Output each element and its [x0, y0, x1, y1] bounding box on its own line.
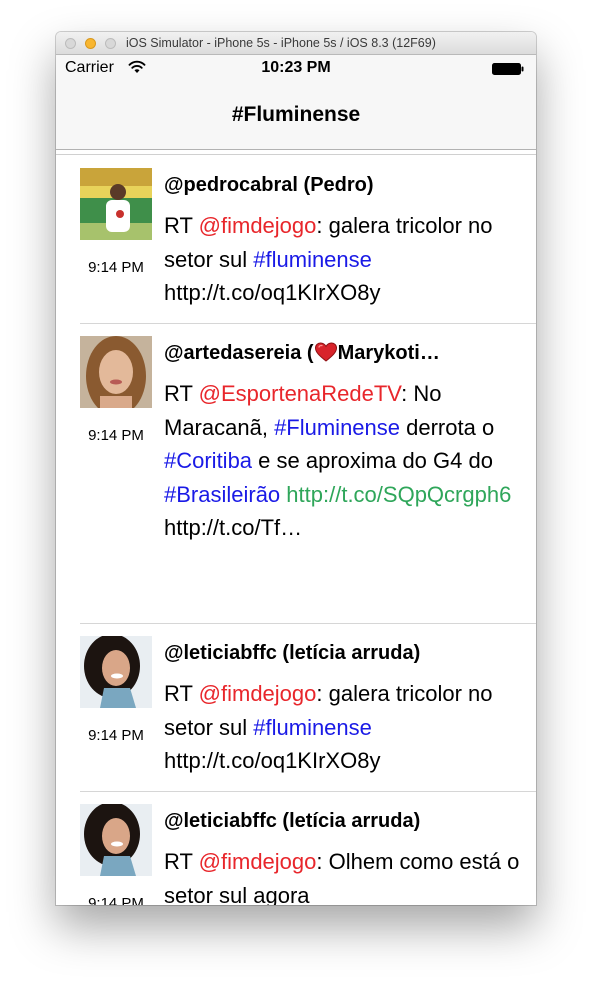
tweet-text-segment: RT: [164, 681, 199, 706]
nav-title: #Fluminense: [231, 103, 361, 126]
tweet-cell[interactable]: 9:14 PM @artedasereia ( Marykoti… RT @Es…: [56, 323, 536, 623]
avatar[interactable]: [80, 636, 152, 708]
tweet-text: RT @EsportenaRedeTV: No Maracanã, #Flumi…: [164, 377, 522, 545]
battery-icon: [492, 63, 524, 75]
navigation-bar: #Fluminense: [56, 81, 536, 150]
tweet-feed[interactable]: 9:14 PM @pedrocabral (Pedro) RT @fimdejo…: [56, 154, 536, 905]
hashtag-link[interactable]: #fluminense: [253, 715, 372, 740]
status-time: 10:23 PM: [261, 59, 331, 76]
status-bar: Carrier 10:23 PM: [56, 55, 536, 81]
tweet-username[interactable]: @leticiabffc (letícia arruda): [164, 810, 520, 833]
avatar-image: [80, 168, 152, 240]
tweet-text-segment: RT: [164, 849, 199, 874]
tweet-time: 9:14 PM: [88, 427, 144, 444]
tweet-username-suffix: Marykoti…: [337, 342, 440, 364]
tweet-cell[interactable]: 9:14 PM @leticiabffc (letícia arruda) RT…: [56, 791, 536, 905]
heart-icon: [314, 342, 337, 362]
tweet-text: RT @fimdejogo: galera tricolor no setor …: [164, 209, 522, 310]
tweet-username[interactable]: @pedrocabral (Pedro): [164, 174, 520, 197]
window-title: iOS Simulator - iPhone 5s - iPhone 5s / …: [126, 36, 436, 50]
tweet-time: 9:14 PM: [88, 895, 144, 905]
tweet-text-segment: RT: [164, 381, 199, 406]
tweet-text-segment: RT: [164, 213, 199, 238]
zoom-button[interactable]: [105, 38, 116, 49]
window-titlebar[interactable]: iOS Simulator - iPhone 5s - iPhone 5s / …: [56, 32, 536, 55]
tweet-cell[interactable]: 9:14 PM @leticiabffc (letícia arruda) RT…: [56, 623, 536, 791]
tweet-username[interactable]: @leticiabffc (letícia arruda): [164, 642, 520, 665]
tweet-text-segment: e se aproxima do G4 do: [252, 448, 493, 473]
simulator-window: iOS Simulator - iPhone 5s - iPhone 5s / …: [56, 32, 536, 905]
cell-divider: [80, 623, 536, 624]
tweet-cell[interactable]: 9:14 PM @pedrocabral (Pedro) RT @fimdejo…: [56, 155, 536, 325]
tweet-text: RT @fimdejogo: Olhem como está o setor s…: [164, 845, 522, 905]
tweet-username-prefix: @artedasereia (: [164, 342, 314, 364]
tweet-time: 9:14 PM: [88, 259, 144, 276]
mention-link[interactable]: @fimdejogo: [199, 681, 317, 706]
tweet-time: 9:14 PM: [88, 727, 144, 744]
mention-link[interactable]: @EsportenaRedeTV: [199, 381, 402, 406]
avatar-image: [80, 336, 152, 408]
tweet-text-segment: http://t.co/oq1KIrXO8y: [164, 280, 381, 305]
hashtag-link[interactable]: #Coritiba: [164, 448, 252, 473]
url-link[interactable]: http://t.co/SQpQcrgph6: [286, 482, 511, 507]
tweet-text-segment: http://t.co/Tf…: [164, 515, 303, 540]
tweet-text-segment: http://t.co/oq1KIrXO8y: [164, 748, 381, 773]
cell-divider: [80, 323, 536, 324]
hashtag-link[interactable]: #Fluminense: [274, 415, 400, 440]
tweet-username[interactable]: @artedasereia ( Marykoti…: [164, 342, 520, 365]
cell-divider: [80, 791, 536, 792]
mention-link[interactable]: @fimdejogo: [199, 213, 317, 238]
avatar[interactable]: [80, 804, 152, 876]
avatar-image: [80, 804, 152, 876]
tweet-text-segment: derrota o: [400, 414, 495, 440]
hashtag-link[interactable]: #Brasileirão: [164, 482, 280, 507]
mention-link[interactable]: @fimdejogo: [199, 849, 317, 874]
hashtag-link[interactable]: #fluminense: [253, 247, 372, 272]
close-button[interactable]: [65, 38, 76, 49]
tweet-text: RT @fimdejogo: galera tricolor no setor …: [164, 677, 522, 778]
avatar[interactable]: [80, 336, 152, 408]
minimize-button[interactable]: [85, 38, 96, 49]
avatar[interactable]: [80, 168, 152, 240]
avatar-image: [80, 636, 152, 708]
